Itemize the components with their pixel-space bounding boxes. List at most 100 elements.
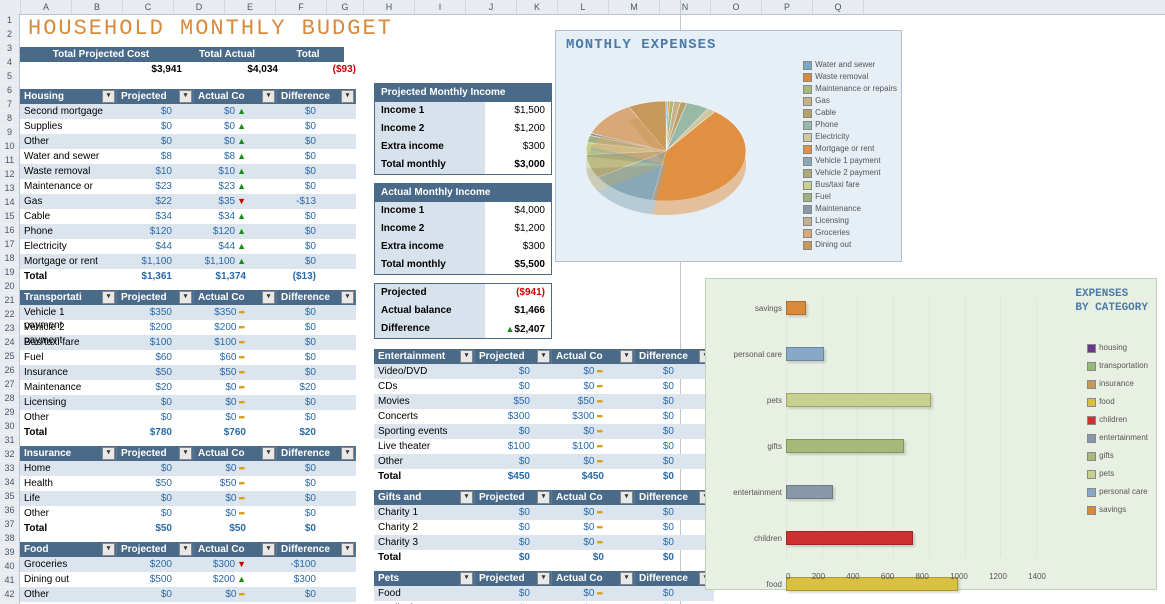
cell-actual[interactable]: $0▲ (176, 119, 250, 134)
filter-icon[interactable]: ▾ (341, 447, 354, 460)
cell-projected[interactable]: $20 (108, 380, 176, 395)
table-row[interactable]: Vehicle 2 payment $200 $200➨ $0 (20, 320, 356, 335)
cell-diff[interactable]: $0 (250, 305, 320, 320)
income-row[interactable]: Income 1$1,500 (375, 102, 551, 120)
table-row[interactable]: Charity 3 $0 $0➨ $0 (374, 535, 714, 550)
cell-projected[interactable]: $44 (108, 239, 176, 254)
filter-icon[interactable]: ▾ (179, 447, 192, 460)
table-row[interactable]: Supplies $0 $0▲ $0 (20, 119, 356, 134)
filter-icon[interactable]: ▾ (460, 572, 473, 585)
cell-projected[interactable]: $0 (108, 119, 176, 134)
table-row[interactable]: Other $0 $0➨ $0 (374, 454, 714, 469)
section-name[interactable]: Entertainment▾ (374, 349, 475, 364)
filter-icon[interactable]: ▾ (537, 572, 550, 585)
filter-icon[interactable]: ▾ (537, 350, 550, 363)
table-row[interactable]: CDs $0 $0➨ $0 (374, 379, 714, 394)
col-actual[interactable]: Actual Co▾ (552, 349, 635, 364)
col-projected[interactable]: Projected▾ (475, 490, 552, 505)
table-row[interactable]: Life $0 $0➨ $0 (20, 491, 356, 506)
cell-diff[interactable]: $0 (608, 409, 678, 424)
cell-projected[interactable]: $0 (466, 424, 534, 439)
cell-actual[interactable]: $200➨ (176, 320, 250, 335)
cell-actual[interactable]: $0➨ (534, 424, 608, 439)
cell-diff[interactable]: $0 (608, 394, 678, 409)
cell-actual[interactable]: $0➨ (534, 535, 608, 550)
cell-actual[interactable]: $23▲ (176, 179, 250, 194)
cell-diff[interactable]: $0 (250, 164, 320, 179)
col-projected[interactable]: Projected▾ (475, 349, 552, 364)
cell-projected[interactable]: $0 (466, 379, 534, 394)
cell-actual[interactable]: $0➨ (176, 506, 250, 521)
filter-icon[interactable]: ▾ (537, 491, 550, 504)
cell-projected[interactable]: $34 (108, 209, 176, 224)
cell-diff[interactable]: $0 (250, 209, 320, 224)
table-row[interactable]: Licensing $0 $0➨ $0 (20, 395, 356, 410)
cell-actual[interactable]: $0➨ (176, 410, 250, 425)
cell-diff[interactable]: $0 (250, 239, 320, 254)
table-row[interactable]: Mortgage or rent $1,100 $1,100▲ $0 (20, 254, 356, 269)
table-row[interactable]: Gas $22 $35▼ -$13 (20, 194, 356, 209)
filter-icon[interactable]: ▾ (341, 90, 354, 103)
cell-projected[interactable]: $300 (466, 409, 534, 424)
cell-projected[interactable]: $8 (108, 149, 176, 164)
cell-diff[interactable]: $0 (250, 365, 320, 380)
cell-diff[interactable]: $0 (250, 506, 320, 521)
cell-diff[interactable]: $0 (608, 520, 678, 535)
cell-diff[interactable]: $0 (250, 476, 320, 491)
table-row[interactable]: Other $0 $0▲ $0 (20, 134, 356, 149)
section-name[interactable]: Insurance▾ (20, 446, 117, 461)
table-row[interactable]: Maintenance or $23 $23▲ $0 (20, 179, 356, 194)
cell-diff[interactable]: $0 (608, 535, 678, 550)
cell-diff[interactable]: -$13 (250, 194, 320, 209)
table-row[interactable]: Cable $34 $34▲ $0 (20, 209, 356, 224)
table-row[interactable]: Charity 2 $0 $0➨ $0 (374, 520, 714, 535)
filter-icon[interactable]: ▾ (262, 447, 275, 460)
cell-diff[interactable]: $0 (250, 335, 320, 350)
col-difference[interactable]: Difference▾ (277, 89, 356, 104)
section-name[interactable]: Gifts and▾ (374, 490, 475, 505)
income-row[interactable]: Total monthly$5,500 (375, 256, 551, 274)
cell-actual[interactable]: $0➨ (534, 586, 608, 601)
cell-projected[interactable]: $0 (108, 395, 176, 410)
col-actual[interactable]: Actual Co▾ (194, 290, 277, 305)
cell-projected[interactable]: $100 (108, 335, 176, 350)
cell-projected[interactable]: $200 (108, 320, 176, 335)
cell-projected[interactable]: $22 (108, 194, 176, 209)
cell-projected[interactable]: $100 (466, 439, 534, 454)
filter-icon[interactable]: ▾ (102, 291, 115, 304)
table-row[interactable]: Groceries $200 $300▼ -$100 (20, 557, 356, 572)
col-actual[interactable]: Actual Co▾ (194, 89, 277, 104)
filter-icon[interactable]: ▾ (341, 543, 354, 556)
cell-diff[interactable]: $0 (608, 454, 678, 469)
table-row[interactable]: Fuel $60 $60➨ $0 (20, 350, 356, 365)
section-name[interactable]: Pets▾ (374, 571, 475, 586)
cell-projected[interactable]: $0 (466, 505, 534, 520)
cell-diff[interactable]: $300 (250, 572, 320, 587)
cell-projected[interactable]: $23 (108, 179, 176, 194)
table-row[interactable]: Health $50 $50➨ $0 (20, 476, 356, 491)
cell-projected[interactable]: $0 (108, 491, 176, 506)
col-difference[interactable]: Difference▾ (635, 490, 714, 505)
cell-actual[interactable]: $100➨ (176, 335, 250, 350)
table-row[interactable]: Movies $50 $50➨ $0 (374, 394, 714, 409)
table-row[interactable]: Charity 1 $0 $0➨ $0 (374, 505, 714, 520)
table-row[interactable]: Maintenance $20 $0➨ $20 (20, 380, 356, 395)
cell-diff[interactable]: $0 (250, 179, 320, 194)
table-row[interactable]: Water and sewer $8 $8▲ $0 (20, 149, 356, 164)
cell-diff[interactable]: $0 (608, 586, 678, 601)
section-name[interactable]: Food▾ (20, 542, 117, 557)
cell-projected[interactable]: $50 (466, 394, 534, 409)
cell-actual[interactable]: $0➨ (534, 379, 608, 394)
col-actual[interactable]: Actual Co▾ (552, 571, 635, 586)
table-row[interactable]: Phone $120 $120▲ $0 (20, 224, 356, 239)
cell-diff[interactable]: $0 (250, 587, 320, 602)
income-row[interactable]: Extra income$300 (375, 238, 551, 256)
cell-diff[interactable]: $0 (250, 395, 320, 410)
col-difference[interactable]: Difference▾ (277, 290, 356, 305)
cell-diff[interactable]: $0 (250, 119, 320, 134)
col-projected[interactable]: Projected▾ (117, 446, 194, 461)
cell-diff[interactable]: $0 (250, 491, 320, 506)
cell-projected[interactable]: $120 (108, 224, 176, 239)
cell-actual[interactable]: $350➨ (176, 305, 250, 320)
table-row[interactable]: Home $0 $0➨ $0 (20, 461, 356, 476)
